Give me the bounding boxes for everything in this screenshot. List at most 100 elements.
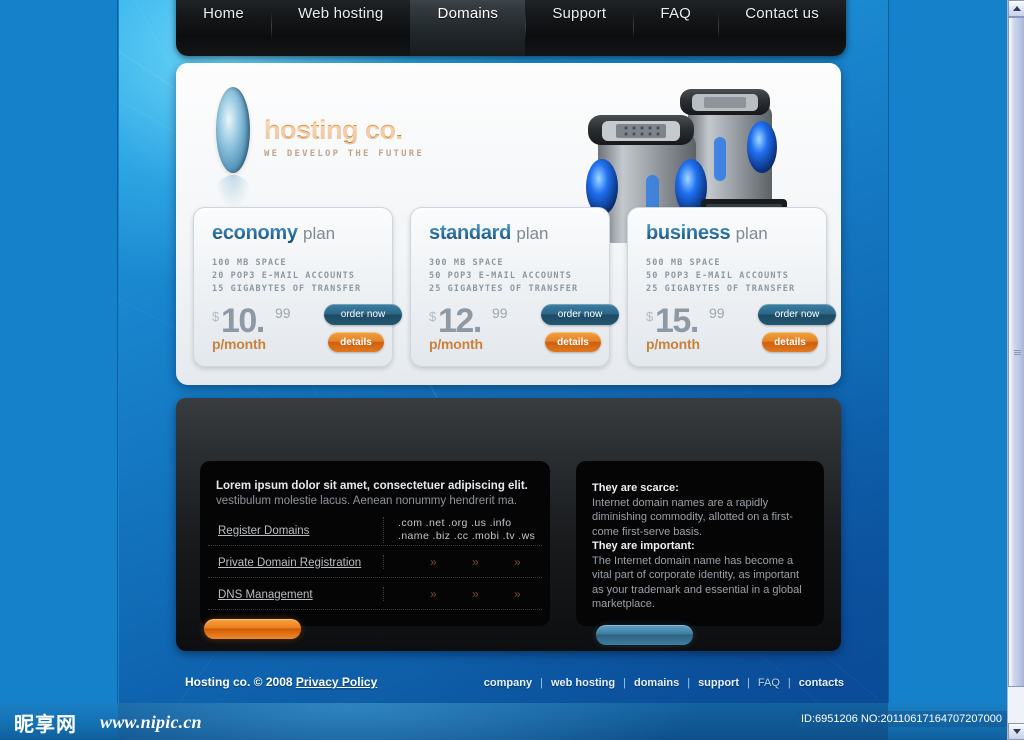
privacy-policy-link[interactable]: Privacy Policy [296, 675, 377, 689]
footer-link-web-hosting[interactable]: web hosting [543, 677, 623, 689]
order-now-button[interactable]: order now [324, 304, 402, 325]
vertical-scrollbar[interactable] [1007, 0, 1024, 740]
table-row: Private Domain Registration » » » [208, 546, 542, 578]
plan-name: standard [429, 222, 512, 244]
service-link[interactable]: Register Domains [218, 525, 309, 537]
nav-item-web-hosting[interactable]: Web hosting [270, 0, 410, 56]
plan-price-row: $10. 99 p/month order now details [212, 302, 402, 357]
row-label-cell: Private Domain Registration [208, 553, 383, 571]
blue-action-button[interactable] [596, 625, 693, 645]
lead-bold: Lorem ipsum dolor sit amet, consectetuer… [216, 480, 528, 492]
domain-services-table: Register Domains .com .net .org .us .info… [208, 514, 542, 610]
nipic-url: www.nipic.cn [100, 712, 202, 732]
pricing-plans: economy plan 100 MB SPACE 20 POP3 E-MAIL A… [193, 207, 836, 370]
row-label-cell: Register Domains [208, 521, 383, 539]
details-button[interactable]: details [328, 332, 384, 352]
table-row: DNS Management » » » [208, 578, 542, 610]
plan-price-row: $15. 99 p/month order now details [646, 302, 836, 357]
domains-panel: Lorem ipsum dolor sit amet, consectetuer… [200, 461, 550, 626]
scrollbar-track[interactable] [1008, 17, 1024, 723]
lead-rest: vestibulum molestie lacus. Aenean nonumm… [216, 495, 518, 507]
plan-card-business: business plan 500 MB SPACE 50 POP3 E-MAIL … [627, 207, 836, 367]
plan-suffix: plan [735, 224, 768, 243]
plan-feature: 100 MB SPACE [212, 258, 287, 268]
price-period: p/month [646, 336, 700, 352]
plan-feature: 50 POP3 E-MAIL ACCOUNTS [646, 271, 790, 281]
order-now-button[interactable]: order now [758, 304, 836, 325]
chevron-up-icon [1012, 6, 1021, 11]
scroll-down-button[interactable] [1008, 723, 1024, 740]
footer-link-company[interactable]: company [476, 677, 540, 689]
footer-link-support[interactable]: support [690, 677, 747, 689]
price-cents: 99 [492, 305, 508, 321]
plan-price: $10. 99 p/month order now details [212, 302, 402, 357]
plan-feature: 50 POP3 E-MAIL ACCOUNTS [429, 271, 573, 281]
logo-text: hosting co. WE DEVELOP THE FUTURE [264, 101, 424, 159]
domains-lead: Lorem ipsum dolor sit amet, consectetuer… [200, 461, 550, 509]
plan-suffix: plan [302, 224, 336, 243]
nav-list: Home Web hosting Domains Support FAQ Contact … [176, 0, 846, 56]
grip-icon [1014, 349, 1021, 356]
info-heading-1: They are scarce: [592, 482, 679, 494]
footer-links: company | web hosting | domains | support | FAQ |… [476, 677, 852, 689]
image-id-label: ID:6951206 NO:20110617164707207000 [795, 711, 1007, 727]
order-now-button[interactable]: order now [541, 304, 619, 325]
nav-item-contact-us[interactable]: Contact us [718, 0, 846, 56]
plan-card-economy: economy plan 100 MB SPACE 20 POP3 E-MAIL A… [193, 207, 402, 367]
row-value-cell: » » » [383, 554, 542, 569]
nav-item-support[interactable]: Support [525, 0, 633, 56]
plan-suffix: plan [516, 224, 549, 243]
watermark-bar-center [118, 703, 888, 740]
info-body-2: The Internet domain name has become a vi… [592, 554, 802, 611]
chevron-down-icon [1012, 729, 1021, 734]
scroll-up-button[interactable] [1008, 0, 1024, 17]
nipic-logo: 昵享网 [14, 712, 77, 736]
website-canvas: Home Web hosting Domains Support FAQ Contact … [119, 0, 888, 703]
plan-feature: 25 GIGABYTES OF TRANSFER [429, 284, 579, 294]
plan-features: 300 MB SPACE 50 POP3 E-MAIL ACCOUNTS 25 GI… [429, 257, 609, 296]
orange-action-button[interactable] [204, 619, 301, 639]
footer-link-contacts[interactable]: contacts [791, 677, 852, 689]
nav-item-home[interactable]: Home [176, 0, 271, 56]
scrollbar-thumb[interactable] [1008, 17, 1024, 687]
copyright-text: Hosting co. © 2008 [185, 675, 296, 689]
currency-symbol: $ [212, 309, 220, 324]
nav-item-domains[interactable]: Domains [410, 0, 526, 56]
site-footer: Hosting co. © 2008 Privacy Policy compan… [119, 666, 888, 703]
site-logo[interactable]: hosting co. WE DEVELOP THE FUTURE [216, 87, 424, 207]
info-text: They are scarce: Internet domain names a… [576, 461, 824, 612]
row-value-cell: .com .net .org .us .info .name .biz .cc .… [383, 516, 542, 543]
plan-price: $15. 99 p/month order now details [646, 302, 836, 357]
row-value-cell: » » » [383, 586, 542, 601]
plan-feature: 500 MB SPACE [646, 258, 721, 268]
info-heading-2: They are important: [592, 540, 695, 552]
plan-name: business [646, 222, 731, 244]
screenshot-root: Home Web hosting Domains Support FAQ Contact … [0, 0, 1024, 740]
row-label-cell: DNS Management [208, 585, 383, 603]
info-panel: They are scarce: Internet domain names a… [576, 461, 824, 626]
info-body-1: Internet domain names are a rapidly dimi… [592, 496, 793, 538]
footer-link-faq[interactable]: FAQ [750, 677, 788, 689]
logo-title: hosting co. [264, 115, 424, 146]
currency-symbol: $ [429, 309, 437, 324]
price-period: p/month [212, 336, 266, 352]
chevron-right-icon: » » » [430, 554, 537, 569]
tld-line: .com .net .org .us .info [398, 516, 512, 529]
details-button[interactable]: details [545, 332, 601, 352]
hero-panel: hosting co. WE DEVELOP THE FUTURE econom… [176, 63, 841, 385]
plan-feature: 15 GIGABYTES OF TRANSFER [212, 284, 362, 294]
service-link[interactable]: Private Domain Registration [218, 557, 361, 569]
details-button[interactable]: details [762, 332, 818, 352]
nav-item-faq[interactable]: FAQ [633, 0, 718, 56]
plan-card-standard: standard plan 300 MB SPACE 50 POP3 E-MAIL … [410, 207, 619, 367]
chevron-right-icon: » » » [430, 586, 537, 601]
plan-title: economy plan [212, 222, 392, 245]
price-period: p/month [429, 336, 483, 352]
service-link[interactable]: DNS Management [218, 589, 313, 601]
plan-title: business plan [646, 222, 826, 245]
disc-icon [216, 87, 250, 207]
plan-title: standard plan [429, 222, 609, 245]
plan-name: economy [212, 222, 298, 244]
plan-price: $12. 99 p/month order now details [429, 302, 619, 357]
footer-link-domains[interactable]: domains [626, 677, 687, 689]
